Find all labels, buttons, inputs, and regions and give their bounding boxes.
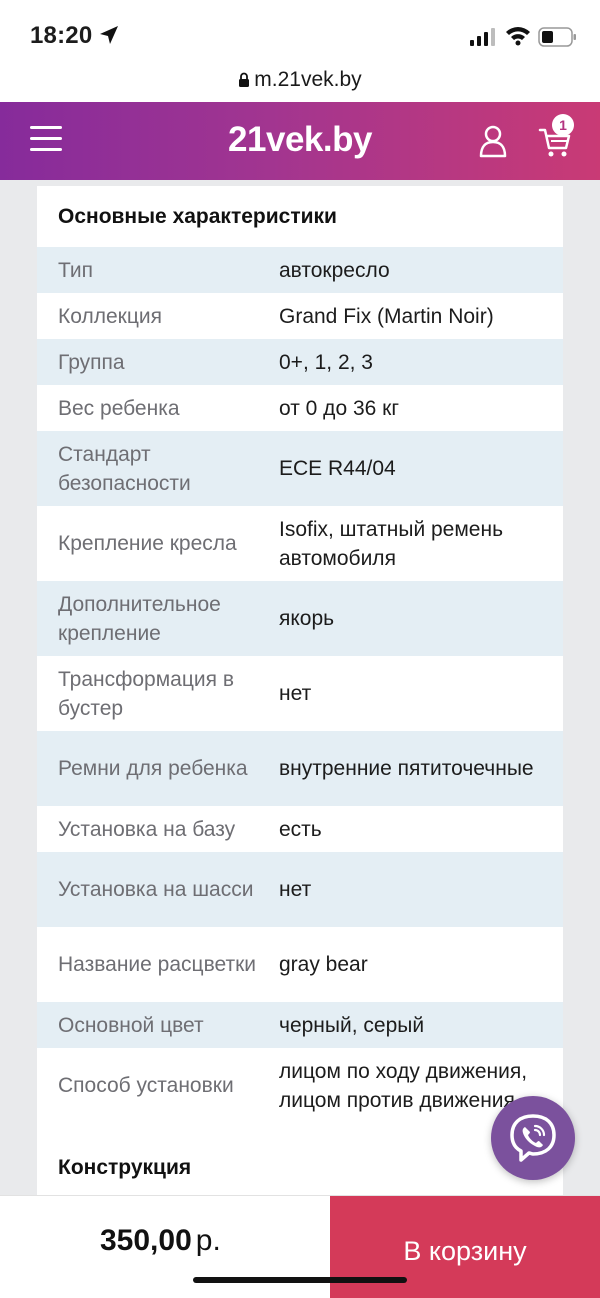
spec-label: Ремни для ребенка — [58, 757, 248, 780]
spec-row: Установка на базу есть — [37, 806, 563, 852]
specs-section-title: Основные характеристики — [58, 205, 337, 228]
spec-value: внутренние пятиточечные — [279, 757, 534, 780]
spec-value: нет — [279, 878, 312, 901]
page-content: Основные характеристики Тип автокресло К… — [0, 180, 600, 1195]
home-indicator — [193, 1277, 407, 1283]
spec-row: Стандарт безопасности ECE R44/04 — [37, 431, 563, 506]
viber-icon — [510, 1114, 556, 1162]
spec-value: от 0 до 36 кг — [279, 396, 399, 420]
user-account-icon[interactable] — [478, 124, 508, 158]
spec-label: Крепление кресла — [58, 532, 237, 555]
spec-value: нет — [279, 682, 312, 705]
spec-label: Группа — [58, 350, 125, 374]
spec-value: автокресло — [279, 258, 390, 282]
construction-section-title: Конструкция — [58, 1156, 192, 1179]
spec-label: Название расцветки — [58, 953, 257, 976]
spec-label: Установка на базу — [58, 817, 236, 841]
spec-label: Трансформация в бустер — [58, 667, 234, 720]
spec-row: Крепление кресла Isofix, штатный ремень … — [37, 506, 563, 581]
spec-label: Стандарт безопасности — [58, 442, 191, 495]
spec-value: gray bear — [279, 953, 368, 976]
url-text: m.21vek.by — [254, 68, 362, 91]
price-currency: р. — [195, 1224, 221, 1257]
spec-row: Трансформация в бустер нет — [37, 656, 563, 731]
spec-row: Дополнительное крепление якорь — [37, 581, 563, 656]
spec-label: Коллекция — [58, 304, 162, 328]
viber-chat-button[interactable] — [491, 1096, 575, 1180]
price-value: 350,00 — [100, 1224, 192, 1257]
spec-value: якорь — [279, 607, 335, 630]
site-logo[interactable]: 21vek.by — [0, 120, 600, 160]
spec-row: Установка на шасси нет — [37, 852, 563, 927]
spec-row: Вес ребенка от 0 до 36 кг — [37, 385, 563, 431]
spec-value: черный, серый — [279, 1013, 425, 1037]
address-bar[interactable]: m.21vek.by — [0, 68, 600, 102]
spec-label: Вес ребенка — [58, 396, 180, 420]
spec-value: 0+, 1, 2, 3 — [279, 350, 373, 374]
spec-value: есть — [279, 817, 322, 841]
wifi-icon — [506, 27, 530, 46]
spec-row: Основной цвет черный, серый — [37, 1002, 563, 1048]
spec-label: Тип — [58, 258, 94, 282]
location-arrow-icon — [100, 26, 118, 44]
spec-row: Способ установки лицом по ходу движения,… — [37, 1048, 563, 1123]
price: 350,00 р. — [100, 1224, 221, 1258]
specs-card: Основные характеристики Тип автокресло К… — [37, 186, 563, 1195]
spec-row: Название расцветки gray bear — [37, 927, 563, 1002]
spec-row: Группа 0+, 1, 2, 3 — [37, 339, 563, 385]
spec-row: Тип автокресло — [37, 247, 563, 293]
status-bar: 18:20 — [0, 0, 600, 68]
spec-label: Способ установки — [58, 1074, 234, 1097]
spec-row: Ремни для ребенка внутренние пятиточечны… — [37, 731, 563, 806]
battery-icon — [538, 27, 576, 47]
spec-row: Коллекция Grand Fix (Martin Noir) — [37, 293, 563, 339]
spec-value: Isofix, штатный ремень автомобиля — [279, 517, 504, 570]
lock-icon — [239, 73, 250, 88]
cart-count-badge: 1 — [552, 114, 574, 136]
spec-label: Основной цвет — [58, 1013, 204, 1037]
status-time: 18:20 — [30, 22, 93, 49]
spec-value: Grand Fix (Martin Noir) — [279, 304, 494, 328]
spec-value: ECE R44/04 — [279, 457, 396, 480]
site-header: 21vek.by — [0, 102, 600, 180]
cellular-signal-icon — [470, 28, 495, 46]
spec-label: Установка на шасси — [58, 878, 254, 901]
spec-label: Дополнительное крепление — [58, 592, 221, 645]
